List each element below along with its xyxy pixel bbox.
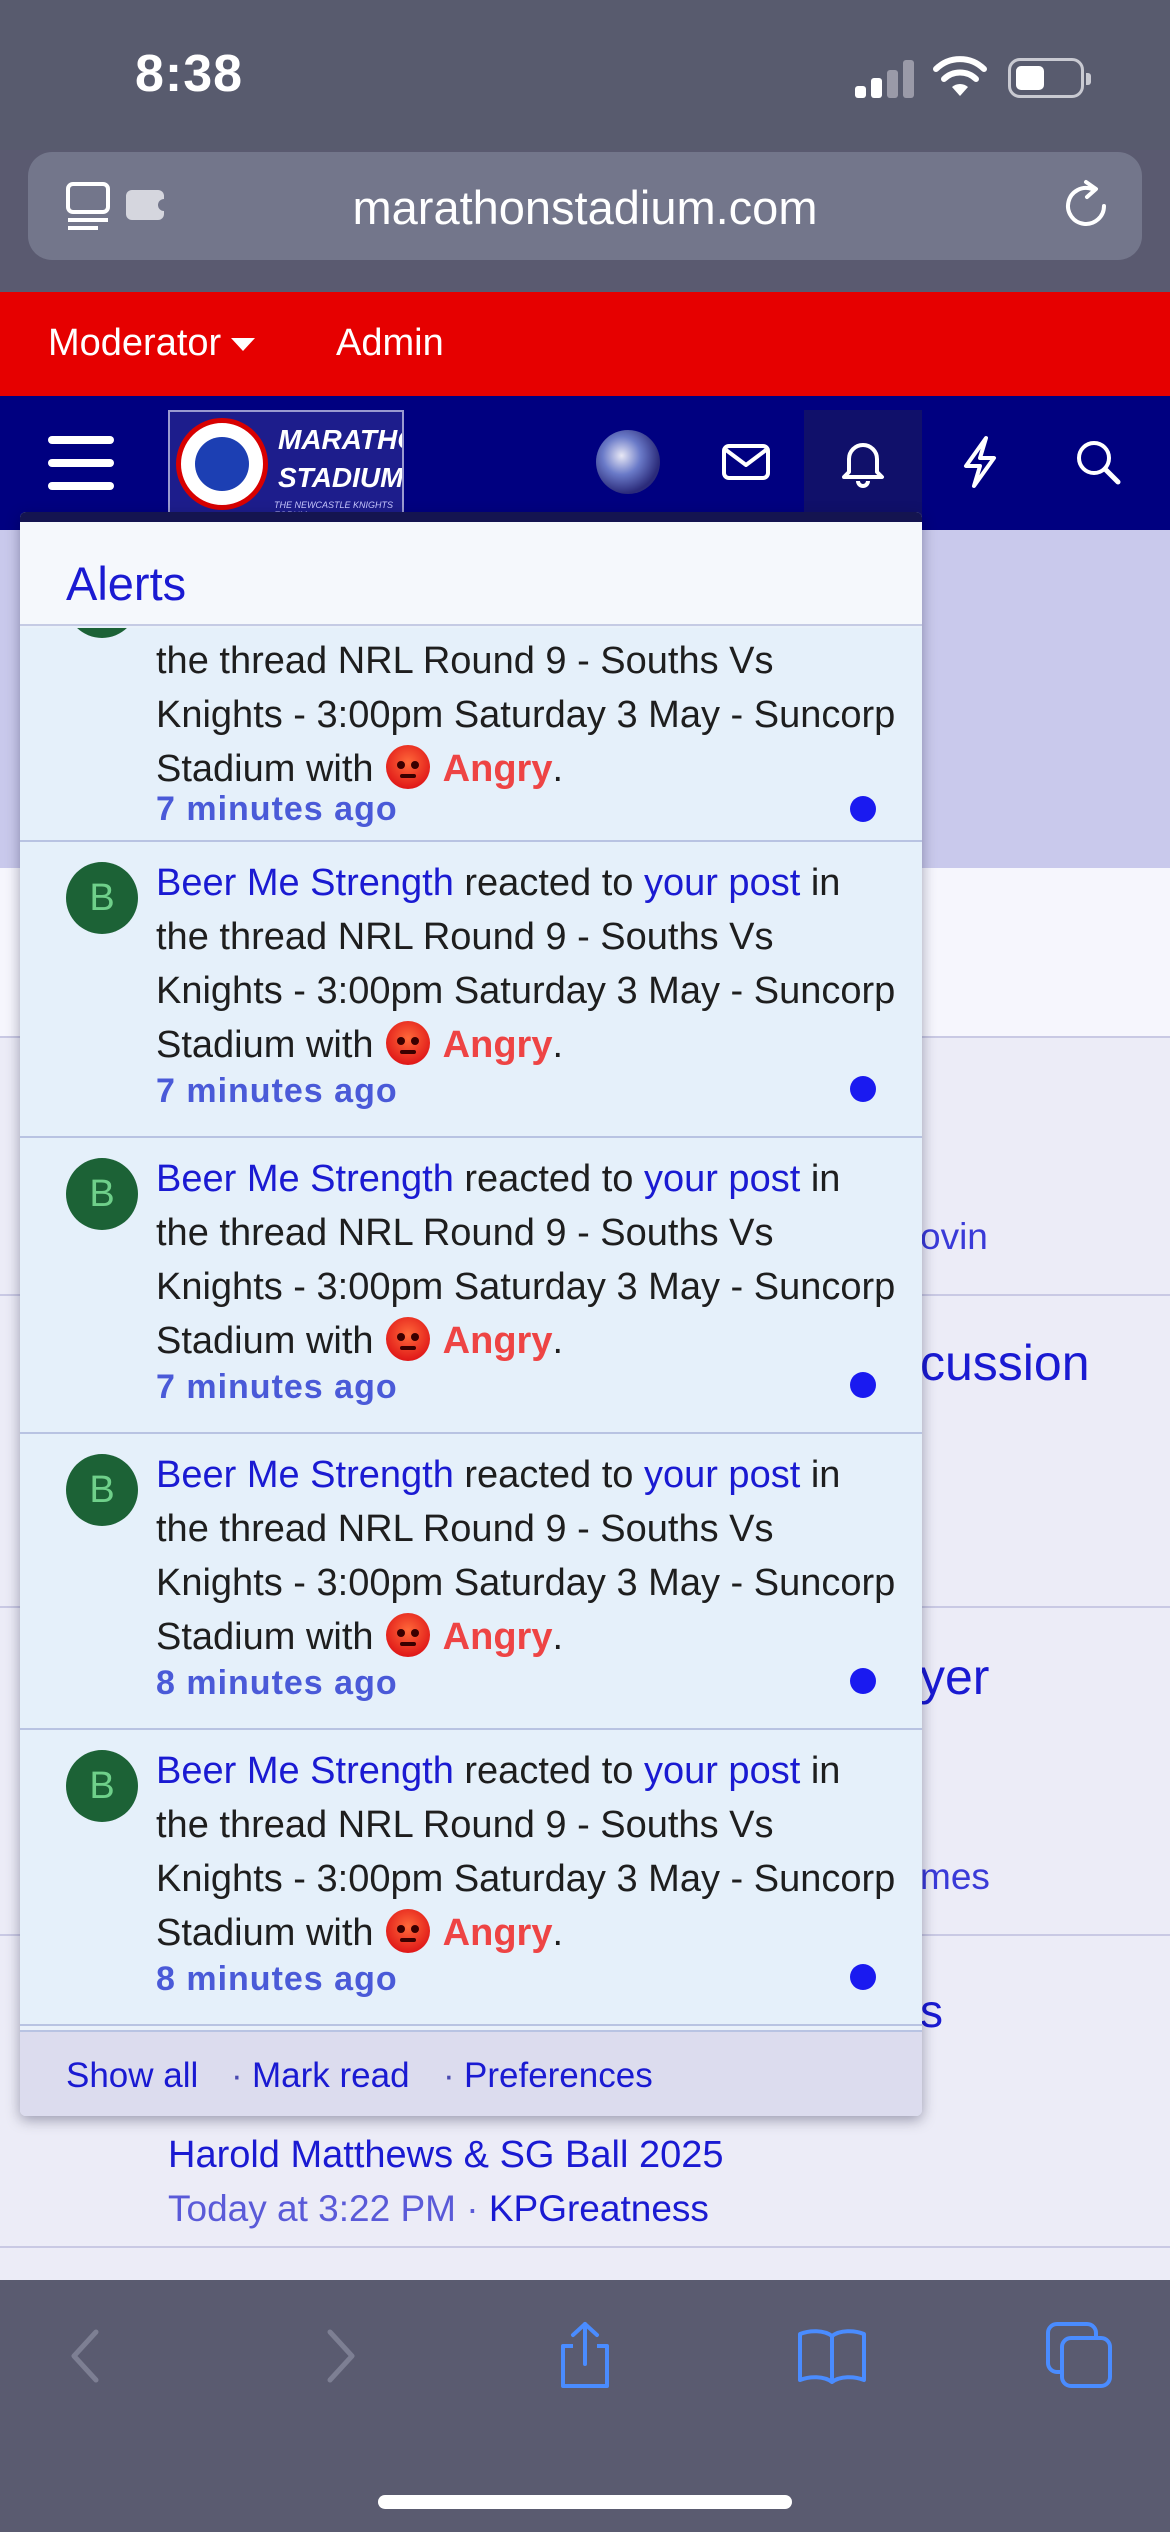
signal-icon — [855, 60, 915, 98]
avatar[interactable]: B — [66, 1750, 138, 1822]
moderator-label[interactable]: Moderator — [48, 322, 221, 364]
site-logo[interactable]: MARATHON STADIUM THE NEWCASTLE KNIGHTS F… — [168, 410, 404, 516]
angry-emoji-icon — [386, 1317, 431, 1361]
alert-post-link[interactable]: your post — [644, 1750, 800, 1792]
alert-item[interactable]: B Beer Me Strength reacted to your post … — [20, 1730, 922, 2026]
admin-link[interactable]: Admin — [336, 322, 444, 365]
share-icon[interactable] — [549, 2320, 621, 2392]
unread-indicator[interactable] — [850, 1668, 876, 1694]
status-bar: 8:38 — [0, 0, 1170, 150]
avatar[interactable]: B — [66, 628, 138, 638]
alert-item[interactable]: B the thread NRL Round 9 - Souths Vs Kni… — [20, 628, 922, 842]
avatar[interactable]: B — [66, 1454, 138, 1526]
reaction-label: Angry — [442, 1024, 553, 1066]
unread-indicator[interactable] — [850, 1076, 876, 1102]
angry-emoji-icon — [386, 1021, 431, 1065]
reaction-label: Angry — [442, 1912, 553, 1954]
reaction-label: Angry — [442, 1320, 553, 1362]
footer-separator: · — [443, 2056, 455, 2095]
bg-fragment[interactable]: mes — [920, 1856, 990, 1898]
home-indicator[interactable] — [378, 2495, 792, 2509]
url-text[interactable]: marathonstadium.com — [28, 180, 1142, 235]
preferences-link[interactable]: Preferences — [464, 2056, 653, 2096]
alerts-list[interactable]: B the thread NRL Round 9 - Souths Vs Kni… — [20, 628, 922, 2030]
logo-line-1: MARATHON — [278, 424, 402, 455]
angry-emoji-icon — [386, 745, 431, 789]
alert-user-link[interactable]: Beer Me Strength — [156, 1750, 454, 1792]
angry-emoji-icon — [386, 1909, 431, 1953]
forward-icon[interactable] — [302, 2320, 374, 2392]
bg-fragment[interactable]: yer — [920, 1648, 989, 1706]
angry-emoji-icon — [386, 1613, 431, 1657]
avatar[interactable]: B — [66, 862, 138, 934]
alerts-footer: Show all · Mark read · Preferences — [20, 2030, 922, 2116]
alert-item[interactable]: B Beer Me Strength reacted to your post … — [20, 1138, 922, 1434]
alert-text: the thread NRL Round 9 - Souths Vs Knigh… — [156, 640, 896, 790]
alert-post-link[interactable]: your post — [644, 862, 800, 904]
user-avatar[interactable] — [596, 430, 660, 494]
search-icon[interactable] — [1068, 432, 1128, 492]
moderator-menu[interactable]: Moderator — [48, 322, 256, 365]
menu-icon[interactable] — [48, 436, 114, 490]
bg-fragment[interactable]: cussion — [920, 1334, 1090, 1392]
bolt-icon[interactable] — [950, 432, 1010, 492]
latest-thread-title[interactable]: Harold Matthews & SG Ball 2025 — [168, 2134, 724, 2177]
logo-emblem — [176, 418, 268, 510]
footer-separator: · — [231, 2056, 243, 2095]
popup-pointer — [840, 512, 880, 520]
latest-thread-user[interactable]: KPGreatness — [489, 2188, 709, 2229]
unread-indicator[interactable] — [850, 1372, 876, 1398]
alert-time[interactable]: 7 minutes ago — [156, 1368, 398, 1407]
alert-post-link[interactable]: your post — [644, 1454, 800, 1496]
show-all-link[interactable]: Show all — [66, 2056, 198, 2096]
alert-item[interactable]: B Beer Me Strength reacted to your post … — [20, 1434, 922, 1730]
alert-time[interactable]: 8 minutes ago — [156, 1960, 398, 1999]
unread-indicator[interactable] — [850, 1964, 876, 1990]
alert-text: Beer Me Strength reacted to your post in… — [156, 1158, 896, 1362]
alert-user-link[interactable]: Beer Me Strength — [156, 1454, 454, 1496]
wifi-icon — [933, 56, 987, 96]
bell-icon[interactable] — [833, 432, 893, 492]
alerts-popup: Alerts B the thread NRL Round 9 - Souths… — [20, 512, 922, 2116]
admin-bar: Moderator Admin — [0, 292, 1170, 396]
alert-time[interactable]: 8 minutes ago — [156, 1664, 398, 1703]
bookmarks-icon[interactable] — [796, 2320, 868, 2392]
latest-thread-time[interactable]: Today at 3:22 PM — [168, 2188, 456, 2229]
alert-post-link[interactable]: your post — [644, 1158, 800, 1200]
chevron-down-icon — [231, 338, 256, 352]
reload-icon[interactable] — [1058, 178, 1114, 234]
bg-fragment[interactable]: ovin — [920, 1216, 988, 1258]
logo-line-2: STADIUM — [278, 462, 404, 493]
alert-text: Beer Me Strength reacted to your post in… — [156, 1750, 896, 1954]
back-icon[interactable] — [52, 2320, 124, 2392]
latest-thread-meta: Today at 3:22 PM · KPGreatness — [168, 2188, 709, 2230]
status-time: 8:38 — [135, 45, 244, 103]
alert-user-link[interactable]: Beer Me Strength — [156, 862, 454, 904]
alert-text: Beer Me Strength reacted to your post in… — [156, 1454, 896, 1658]
alert-text: Beer Me Strength reacted to your post in… — [156, 862, 896, 1066]
alerts-title: Alerts — [66, 557, 187, 610]
reaction-label: Angry — [442, 748, 553, 790]
unread-indicator[interactable] — [850, 796, 876, 822]
battery-icon — [1008, 58, 1091, 98]
mark-read-link[interactable]: Mark read — [252, 2056, 410, 2096]
reaction-label: Angry — [442, 1616, 553, 1658]
site-navbar: MARATHON STADIUM THE NEWCASTLE KNIGHTS F… — [0, 396, 1170, 530]
latest-thread-sep: · — [466, 2188, 479, 2229]
alerts-header: Alerts — [20, 522, 922, 626]
address-bar[interactable]: marathonstadium.com — [28, 152, 1142, 260]
bg-fragment[interactable]: s — [920, 1984, 943, 2038]
alert-user-link[interactable]: Beer Me Strength — [156, 1158, 454, 1200]
mail-icon[interactable] — [716, 432, 776, 492]
tab-switcher-icon[interactable] — [1044, 2320, 1116, 2392]
alert-item[interactable]: B Beer Me Strength reacted to your post … — [20, 842, 922, 1138]
alert-time[interactable]: 7 minutes ago — [156, 790, 398, 829]
alert-time[interactable]: 7 minutes ago — [156, 1072, 398, 1111]
avatar[interactable]: B — [66, 1158, 138, 1230]
